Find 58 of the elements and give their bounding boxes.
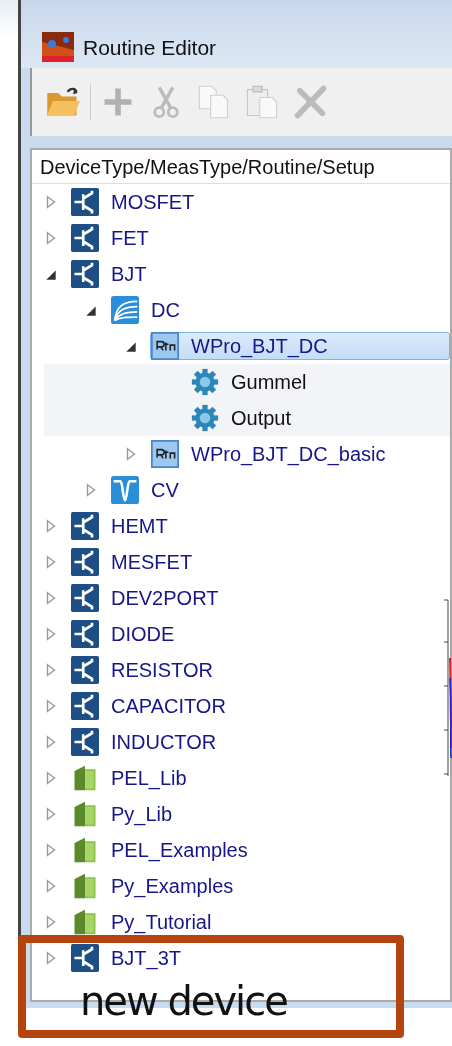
expand-arrow-icon[interactable]: [44, 231, 58, 245]
tree-item[interactable]: DEV2PORT: [70, 584, 450, 612]
expand-arrow-icon[interactable]: [44, 699, 58, 713]
expand-arrow-icon[interactable]: [44, 519, 58, 533]
transistor-icon: [71, 260, 99, 288]
window-title: Routine Editor: [83, 36, 217, 60]
tree-item[interactable]: PEL_Lib: [70, 764, 450, 792]
expand-arrow-icon[interactable]: [44, 735, 58, 749]
tree-item[interactable]: MOSFET: [70, 188, 450, 216]
expand-arrow-icon[interactable]: [44, 555, 58, 569]
tree-item[interactable]: INDUCTOR: [70, 728, 450, 756]
tree-item[interactable]: DIODE: [70, 620, 450, 648]
tree-item[interactable]: Py_Tutorial: [70, 908, 450, 936]
notch-curve-icon: [111, 476, 139, 504]
expand-arrow-icon[interactable]: [84, 483, 98, 497]
tree-item[interactable]: FET: [70, 224, 450, 252]
expand-arrow-icon[interactable]: [44, 591, 58, 605]
tree-item[interactable]: DC: [110, 296, 450, 324]
transistor-icon: [71, 188, 99, 216]
expand-arrow-icon[interactable]: [44, 879, 58, 893]
transistor-icon: [71, 512, 99, 540]
gear-icon: [191, 368, 219, 396]
callout-label: new device: [80, 978, 287, 1024]
transistor-icon: [71, 584, 99, 612]
routine-icon: [151, 440, 179, 468]
tree-item[interactable]: WPro_BJT_DC_basic: [150, 440, 450, 468]
tree-item[interactable]: BJT_3T: [70, 944, 450, 972]
transistor-icon: [71, 224, 99, 252]
tree-item[interactable]: CAPACITOR: [70, 692, 450, 720]
tree-item[interactable]: PEL_Examples: [70, 836, 450, 864]
expand-arrow-icon[interactable]: [44, 663, 58, 677]
transistor-icon: [71, 548, 99, 576]
tree-item[interactable]: RESISTOR: [70, 656, 450, 684]
expand-arrow-icon[interactable]: [124, 447, 138, 461]
expand-arrow-icon[interactable]: [44, 915, 58, 929]
transistor-icon: [71, 656, 99, 684]
tree-item[interactable]: BJT: [70, 260, 450, 288]
expand-arrow-icon[interactable]: [44, 843, 58, 857]
routine-icon: [151, 332, 179, 360]
expand-arrow-icon[interactable]: [44, 951, 58, 965]
gear-icon: [191, 404, 219, 432]
expand-arrow-icon[interactable]: [44, 807, 58, 821]
expand-arrow-icon[interactable]: [44, 195, 58, 209]
transistor-icon: [71, 728, 99, 756]
transistor-icon: [71, 692, 99, 720]
tree-item[interactable]: MESFET: [70, 548, 450, 576]
column-header[interactable]: DeviceType/MeasType/Routine/Setup: [32, 150, 450, 184]
transistor-icon: [71, 620, 99, 648]
tree-item[interactable]: HEMT: [70, 512, 450, 540]
curves-icon: [111, 296, 139, 324]
app-logo-icon: [41, 32, 75, 64]
expand-arrow-icon[interactable]: [44, 771, 58, 785]
tree-item[interactable]: Py_Examples: [70, 872, 450, 900]
expand-arrow-icon[interactable]: [44, 627, 58, 641]
tree-item[interactable]: WPro_BJT_DC: [150, 332, 450, 360]
transistor-icon: [71, 944, 99, 972]
tree-item[interactable]: Py_Lib: [70, 800, 450, 828]
tree-item[interactable]: CV: [110, 476, 450, 504]
